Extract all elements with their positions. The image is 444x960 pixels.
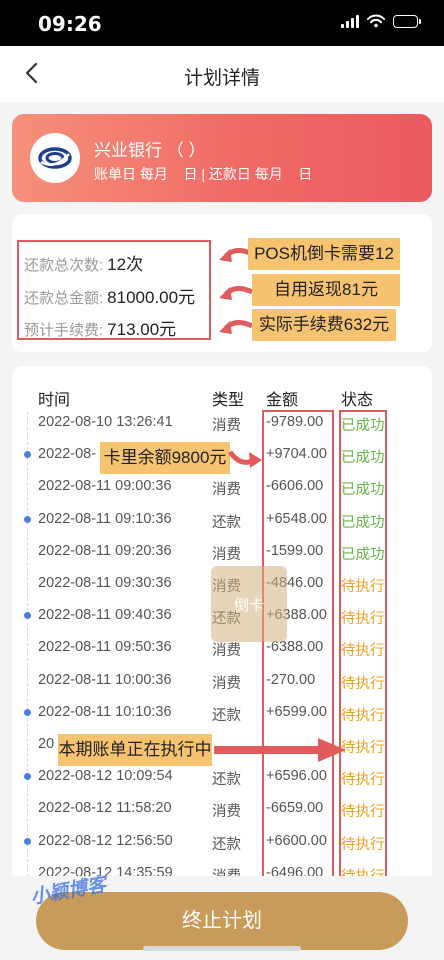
timeline-dot-icon <box>24 612 31 620</box>
watermark-logo: 倒卡 <box>211 566 287 642</box>
row-time: 2022-08-11 09:20:36 <box>38 542 172 559</box>
row-type: 还款 <box>212 514 241 531</box>
status-icons <box>341 14 421 28</box>
status-bar: 09:26 <box>0 0 444 46</box>
summary-label: 还款总次数: <box>24 257 104 274</box>
row-type: 消费 <box>212 804 241 821</box>
status-column-highlight <box>339 410 387 888</box>
row-type: 还款 <box>212 772 241 789</box>
row-time: 2022-08-11 09:50:36 <box>38 639 172 656</box>
summary-row-amount: 还款总金额: 81000.00元 <box>24 283 195 308</box>
timeline-dot-icon <box>24 451 31 459</box>
timeline-dot-icon <box>24 837 31 845</box>
row-time: 2022-08- <box>38 446 97 463</box>
executing-note: 本期账单正在执行中 <box>58 734 212 766</box>
home-indicator <box>143 946 301 951</box>
navigation-bar: 计划详情 <box>0 46 444 102</box>
summary-value: 81000.00元 <box>107 288 196 307</box>
row-time: 20 <box>38 736 55 752</box>
row-type: 消费 <box>212 418 241 434</box>
header-time: 时间 <box>38 392 71 409</box>
page-title: 计划详情 <box>183 68 260 89</box>
timeline-dot-icon <box>24 773 31 781</box>
fee-note: 实际手续费632元 <box>252 309 396 341</box>
header-type: 类型 <box>212 392 245 409</box>
row-time: 2022-08-11 10:10:36 <box>38 703 172 720</box>
row-time: 2022-08-11 09:00:36 <box>38 478 172 495</box>
executing-arrow-icon <box>214 738 346 762</box>
row-type: 消费 <box>212 482 241 499</box>
row-time: 2022-08-11 10:00:36 <box>38 671 172 688</box>
status-time: 09:26 <box>38 12 102 36</box>
timeline-dot-icon <box>24 708 31 716</box>
row-time: 2022-08-10 13:26:41 <box>38 414 173 430</box>
row-time: 2022-08-11 09:10:36 <box>38 510 172 527</box>
cellular-signal-icon <box>341 14 359 28</box>
summary-value: 713.00元 <box>107 320 177 339</box>
header-status: 状态 <box>341 392 374 409</box>
cashback-note: 自用返现81元 <box>252 274 400 306</box>
row-type: 消费 <box>212 546 241 563</box>
bank-card: 兴业银行 （ ） 账单日 每月 日 | 还款日 每月 日 <box>12 114 432 202</box>
summary-row-fee: 预计手续费: 713.00元 <box>24 315 176 340</box>
amount-column-highlight <box>262 410 334 888</box>
row-time: 2022-08-11 09:30:36 <box>38 575 172 591</box>
summary-value: 12次 <box>107 255 144 274</box>
balance-arrow-icon <box>228 450 262 468</box>
wifi-icon <box>367 14 385 28</box>
summary-label: 预计手续费: <box>24 322 104 339</box>
bank-name: 兴业银行 （ ） <box>94 141 206 160</box>
stop-plan-button[interactable]: 终止计划 <box>36 892 408 950</box>
row-type: 还款 <box>212 707 241 724</box>
summary-row-count: 还款总次数: 12次 <box>24 250 143 275</box>
bank-billing-dates: 账单日 每月 日 | 还款日 每月 日 <box>94 166 313 182</box>
battery-icon <box>393 14 421 28</box>
row-time: 2022-08-12 10:09:54 <box>38 768 173 785</box>
pos-note: POS机倒卡需要12次 <box>248 238 400 295</box>
row-type: 消费 <box>212 643 241 660</box>
timeline-dot-icon <box>24 515 31 523</box>
balance-note: 卡里余额9800元 <box>100 442 230 474</box>
row-time: 2022-08-11 09:40:36 <box>38 607 172 624</box>
header-amount: 金额 <box>266 392 299 409</box>
bank-logo-icon <box>30 133 80 183</box>
row-time: 2022-08-12 12:56:50 <box>38 832 173 849</box>
row-type: 消费 <box>212 675 241 692</box>
row-time: 2022-08-12 11:58:20 <box>38 800 172 817</box>
summary-label: 还款总金额: <box>24 290 104 307</box>
row-type: 还款 <box>212 836 241 853</box>
